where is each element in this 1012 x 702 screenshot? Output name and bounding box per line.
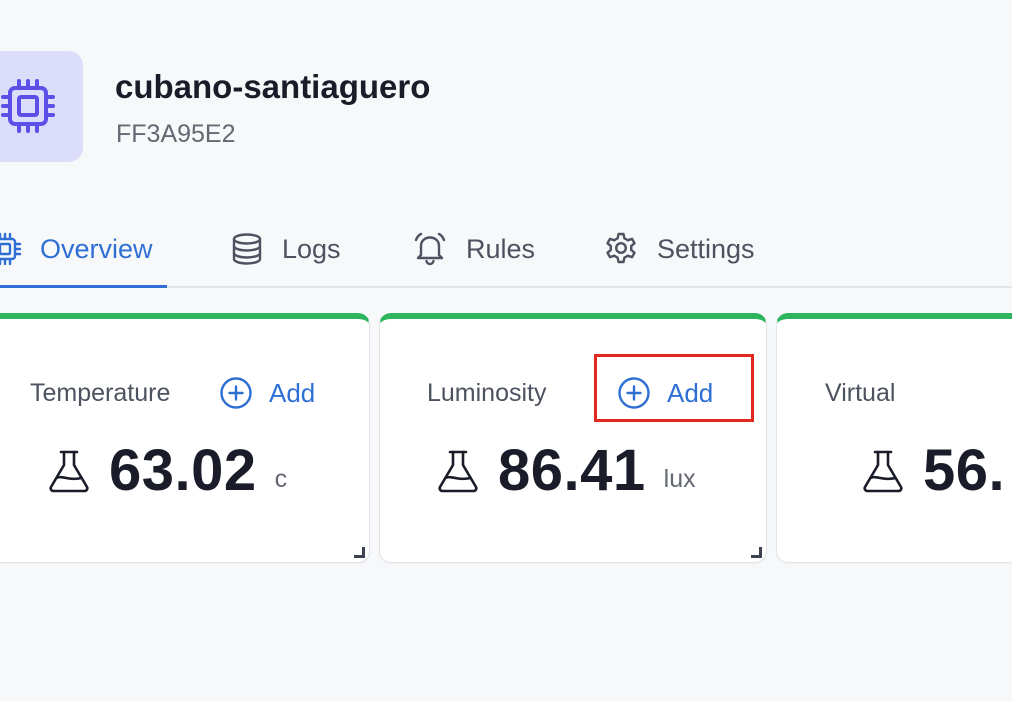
add-button[interactable]: Add	[617, 371, 713, 415]
active-tab-indicator	[0, 285, 167, 288]
plus-circle-icon	[220, 377, 252, 409]
sensor-card-virtual: Virtual 56.	[776, 313, 1012, 563]
add-button-label: Add	[269, 377, 316, 408]
sensor-label: Virtual	[825, 379, 896, 407]
sensor-reading: 63.02 c	[47, 437, 287, 504]
resize-handle[interactable]	[354, 547, 365, 558]
sensor-unit: c	[274, 465, 288, 493]
sensor-reading: 56.	[861, 437, 1005, 504]
gear-icon	[606, 232, 636, 264]
tab-rules-label: Rules	[466, 233, 536, 264]
device-id: FF3A95E2	[116, 120, 236, 148]
sensor-value: 86.41	[498, 438, 646, 503]
flask-icon	[438, 450, 478, 492]
sensor-unit: lux	[663, 465, 696, 493]
tab-overview[interactable]: Overview	[0, 212, 167, 288]
tab-rules[interactable]: Rules	[412, 212, 535, 286]
database-icon	[232, 233, 262, 265]
tab-overview-label: Overview	[40, 233, 153, 264]
tab-logs[interactable]: Logs	[230, 212, 341, 286]
sensor-card-luminosity: Luminosity Add 86.41 lux	[379, 313, 767, 563]
sensor-value: 63.02	[109, 438, 257, 503]
add-button-label: Add	[667, 377, 714, 408]
tab-logs-label: Logs	[282, 233, 341, 264]
sensor-label: Luminosity	[427, 379, 547, 407]
chip-icon	[1, 79, 55, 133]
sensor-card-temperature: Temperature Add 63.02 c	[0, 313, 370, 563]
tab-settings[interactable]: Settings	[603, 212, 755, 286]
sensor-reading: 86.41 lux	[436, 437, 696, 504]
resize-handle[interactable]	[751, 547, 762, 558]
bell-icon	[414, 232, 446, 266]
flask-icon	[863, 450, 903, 492]
tab-bar: Overview Logs Rules Settings	[0, 212, 1012, 288]
tab-settings-label: Settings	[657, 233, 755, 264]
device-name: cubano-santiaguero	[115, 68, 431, 105]
chip-icon	[0, 232, 22, 266]
device-page: cubano-santiaguero FF3A95E2 Overview Log…	[0, 0, 1012, 702]
flask-icon	[49, 450, 89, 492]
add-button[interactable]: Add	[219, 371, 315, 415]
device-avatar	[0, 51, 83, 162]
sensor-value: 56.	[923, 438, 1006, 503]
plus-circle-icon	[618, 377, 650, 409]
sensor-label: Temperature	[30, 379, 171, 407]
